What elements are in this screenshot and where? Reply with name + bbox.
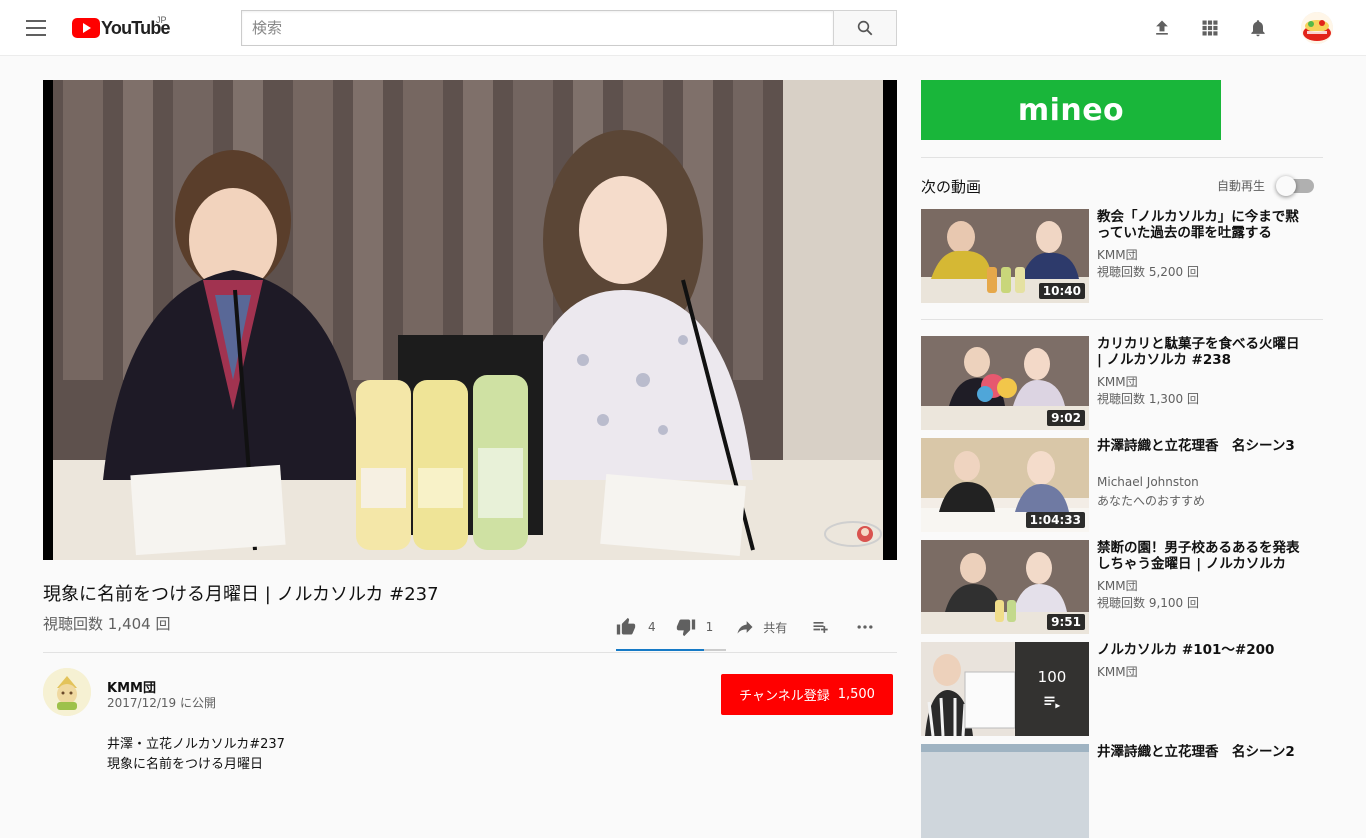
channel-name: Michael Johnston <box>1097 475 1199 489</box>
add-to-playlist-button[interactable] <box>811 617 831 637</box>
video-title-link[interactable]: 井澤詩織と立花理香 名シーン2 <box>1097 744 1307 760</box>
playlist-thumbnail: 100 <box>921 642 1089 736</box>
video-duration: 10:40 <box>1038 283 1085 299</box>
video-title-link[interactable]: 教会「ノルカソルカ」に今まで黙っていた過去の罪を吐露する <box>1097 209 1307 241</box>
autoplay-toggle[interactable] <box>1276 176 1314 196</box>
video-actions: 4 1 共有 <box>616 614 875 640</box>
add-to-playlist-icon <box>813 622 828 633</box>
video-thumbnail: 1:04:33 <box>921 438 1089 532</box>
recommended-video[interactable]: 9:02 カリカリと駄菓子を食べる火曜日 | ノルカソルカ #238 KMM団 … <box>921 336 1323 430</box>
like-button[interactable]: 4 <box>616 617 656 637</box>
video-player[interactable] <box>43 80 897 560</box>
search-button[interactable] <box>833 10 897 46</box>
avatar-image <box>1301 12 1333 44</box>
channel-name: KMM団 <box>1097 665 1138 679</box>
youtube-logo[interactable]: YouTube JP <box>72 15 171 40</box>
video-title: 現象に名前をつける月曜日 | ノルカソルカ #237 <box>43 584 439 605</box>
youtube-play-icon <box>72 18 100 38</box>
publish-date: 2017/12/19 に公開 <box>107 696 216 710</box>
playlist-overlay: 100 <box>1015 642 1089 736</box>
channel-name: KMM団 <box>1097 375 1138 389</box>
view-count: 視聴回数 9,100 回 <box>1097 596 1199 610</box>
search-icon <box>857 20 873 36</box>
notifications-button[interactable] <box>1246 16 1270 40</box>
channel-name: KMM団 <box>1097 579 1138 593</box>
recommended-video[interactable]: 井澤詩織と立花理香 名シーン2 <box>921 744 1323 838</box>
channel-avatar[interactable] <box>43 668 91 716</box>
autoplay-label: 自動再生 <box>1217 179 1266 193</box>
channel-name: KMM団 <box>1097 248 1138 262</box>
video-title-link[interactable]: 禁断の園！男子校あるあるを発表しちゃう金曜日 | ノルカソルカ <box>1097 540 1307 572</box>
view-count: 視聴回数 1,300 回 <box>1097 392 1199 406</box>
video-thumbnail: 9:02 <box>921 336 1089 430</box>
video-thumbnail: 9:51 <box>921 540 1089 634</box>
share-button[interactable]: 共有 <box>735 617 787 637</box>
ad-brand: mineo <box>1017 92 1125 128</box>
subscribe-label: チャンネル登録 <box>739 689 830 704</box>
recommended-video[interactable]: 10:40 教会「ノルカソルカ」に今まで黙っていた過去の罪を吐露する KMM団 … <box>921 209 1323 303</box>
recommended-video[interactable]: 9:51 禁断の園！男子校あるあるを発表しちゃう金曜日 | ノルカソルカ KMM… <box>921 540 1323 634</box>
search-bar <box>241 10 897 46</box>
playlist-icon <box>1044 696 1061 709</box>
video-duration: 9:51 <box>1047 614 1085 630</box>
apps-icon <box>1202 20 1218 36</box>
sidebar-divider <box>921 157 1323 158</box>
more-actions-button[interactable] <box>855 617 875 637</box>
sentiment-like-fill <box>616 649 704 651</box>
more-icon <box>857 625 873 629</box>
channel-avatar-image <box>43 668 91 716</box>
view-count: 視聴回数 1,404 回 <box>43 615 171 633</box>
video-duration: 9:02 <box>1047 410 1085 426</box>
info-divider <box>43 652 897 653</box>
thumb-down-icon <box>676 619 695 637</box>
share-icon <box>737 621 753 634</box>
recommended-playlist[interactable]: 100 ノルカソルカ #101〜#200 KMM団 <box>921 642 1323 736</box>
upload-button[interactable] <box>1150 16 1174 40</box>
video-thumbnail: 10:40 <box>921 209 1089 303</box>
masthead: YouTube JP <box>0 0 1366 56</box>
sentiment-bar <box>616 649 726 651</box>
view-count: 視聴回数 5,200 回 <box>1097 265 1199 279</box>
dislike-count: 1 <box>705 620 714 634</box>
channel-watermark-icon[interactable] <box>823 520 883 548</box>
like-count: 4 <box>648 620 656 634</box>
menu-icon[interactable] <box>20 16 52 40</box>
subscribe-button[interactable]: チャンネル登録 1,500 <box>721 674 893 715</box>
playlist-video-count: 100 <box>1037 668 1067 686</box>
dislike-button[interactable]: 1 <box>676 617 714 637</box>
logo-region: JP <box>156 15 167 25</box>
playlist-title-link[interactable]: ノルカソルカ #101〜#200 <box>1097 642 1307 658</box>
account-avatar[interactable] <box>1301 12 1333 44</box>
up-next-heading: 次の動画 <box>921 178 982 196</box>
video-thumbnail <box>921 744 1089 838</box>
description-line: 現象に名前をつける月曜日 <box>107 757 264 772</box>
recommended-video[interactable]: 1:04:33 井澤詩織と立花理香 名シーン3 Michael Johnston… <box>921 438 1323 532</box>
subscriber-count: 1,500 <box>837 687 875 702</box>
search-input[interactable] <box>241 10 833 46</box>
recommendation-reason: あなたへのおすすめ <box>1097 494 1206 508</box>
thumb-up-icon <box>616 617 636 635</box>
bell-icon <box>1251 20 1265 37</box>
share-label: 共有 <box>763 620 788 635</box>
ad-banner[interactable]: mineo <box>921 80 1221 140</box>
video-title-link[interactable]: 井澤詩織と立花理香 名シーン3 <box>1097 438 1307 454</box>
sidebar-divider <box>921 319 1323 320</box>
video-duration: 1:04:33 <box>1025 512 1085 528</box>
description-line: 井澤・立花ノルカソルカ#237 <box>107 737 285 752</box>
video-frame <box>53 80 883 560</box>
video-title-link[interactable]: カリカリと駄菓子を食べる火曜日 | ノルカソルカ #238 <box>1097 336 1307 368</box>
autoplay-toggle-knob <box>1276 176 1296 196</box>
apps-button[interactable] <box>1198 16 1222 40</box>
upload-icon <box>1156 20 1168 35</box>
